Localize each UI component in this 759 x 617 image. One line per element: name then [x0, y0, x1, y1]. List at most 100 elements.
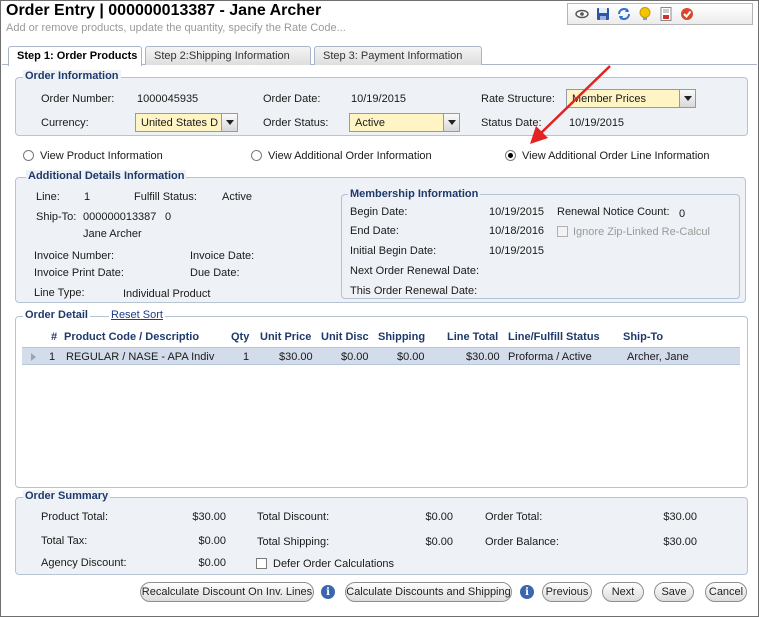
line-type-label: Line Type:: [34, 287, 85, 299]
chevron-down-icon[interactable]: [679, 90, 695, 107]
info-icon[interactable]: i: [520, 585, 534, 599]
save-icon[interactable]: [595, 6, 611, 22]
next-button[interactable]: Next: [602, 582, 644, 602]
this-renewal-date-label: This Order Renewal Date:: [350, 285, 478, 297]
membership-information-legend: Membership Information: [348, 188, 481, 200]
radio-view-additional-order[interactable]: [251, 150, 262, 161]
next-renewal-date-label: Next Order Renewal Date:: [350, 265, 479, 277]
refresh-icon[interactable]: [616, 6, 632, 22]
page-title: Order Entry | 000000013387 - Jane Archer: [6, 2, 322, 19]
ok-icon[interactable]: [679, 6, 695, 22]
tab-order-products[interactable]: Step 1: Order Products: [8, 46, 142, 66]
cell-number: 1: [49, 351, 56, 363]
begin-date-label: Begin Date:: [350, 206, 408, 218]
initial-begin-date-value: 10/19/2015: [489, 245, 545, 257]
renewal-notice-count-value: 0: [679, 208, 686, 220]
calculate-discounts-button[interactable]: Calculate Discounts and Shipping: [345, 582, 512, 602]
line-type-value: Individual Product: [123, 288, 211, 300]
chevron-down-icon[interactable]: [443, 114, 459, 131]
order-status-select[interactable]: Active: [349, 113, 460, 132]
recalculate-discount-button[interactable]: Recalculate Discount On Inv. Lines: [140, 582, 314, 602]
order-status-label: Order Status:: [263, 117, 329, 129]
order-status-value: Active: [355, 117, 385, 129]
agency-discount-label: Agency Discount:: [41, 557, 127, 569]
due-date-label: Due Date:: [190, 267, 240, 279]
cell-shipping: $0.00: [397, 351, 425, 363]
order-detail-header: # Product Code / Descriptio Qty Unit Pri…: [22, 329, 740, 345]
order-number-label: Order Number:: [41, 93, 115, 105]
ship-to-id: 000000013387: [83, 211, 157, 223]
end-date-label: End Date:: [350, 225, 399, 237]
column-header[interactable]: Shipping: [378, 331, 425, 343]
currency-value: United States D: [141, 117, 219, 129]
order-total-value: $30.00: [663, 511, 697, 523]
product-total-label: Product Total:: [41, 511, 109, 523]
chevron-down-icon[interactable]: [221, 114, 237, 131]
column-header[interactable]: Unit Price: [260, 331, 311, 343]
cell-qty: 1: [243, 351, 250, 363]
table-row[interactable]: 1 REGULAR / NASE - APA Indiv 1 $30.00 $0…: [22, 347, 740, 365]
additional-details-legend: Additional Details Information: [26, 170, 187, 182]
initial-begin-date-label: Initial Begin Date:: [350, 245, 437, 257]
cell-product-code: REGULAR / NASE - APA Indiv: [66, 351, 215, 363]
save-button[interactable]: Save: [654, 582, 694, 602]
radio-view-product[interactable]: [23, 150, 34, 161]
lightbulb-icon[interactable]: [637, 6, 653, 22]
column-header[interactable]: Ship-To: [623, 331, 663, 343]
column-header[interactable]: Line/Fulfill Status: [508, 331, 600, 343]
column-header[interactable]: Product Code / Descriptio: [64, 331, 199, 343]
renewal-notice-count-label: Renewal Notice Count:: [557, 206, 670, 218]
total-shipping-value: $0.00: [425, 536, 453, 548]
radio-view-additional-line-label[interactable]: View Additional Order Line Information: [522, 150, 710, 162]
total-discount-label: Total Discount:: [257, 511, 330, 523]
defer-calculations-label[interactable]: Defer Order Calculations: [273, 558, 394, 570]
ignore-zip-checkbox[interactable]: [557, 226, 568, 237]
ship-to-number: 0: [165, 211, 172, 223]
column-header[interactable]: Unit Disc: [321, 331, 369, 343]
invoice-number-label: Invoice Number:: [34, 250, 115, 262]
column-header[interactable]: Qty: [231, 331, 249, 343]
info-icon[interactable]: i: [321, 585, 335, 599]
fulfill-status-label: Fulfill Status:: [134, 191, 197, 203]
order-information-legend: Order Information: [23, 70, 121, 82]
line-label: Line:: [36, 191, 60, 203]
page-subtitle: Add or remove products, update the quant…: [6, 22, 346, 34]
view-icon[interactable]: [574, 6, 590, 22]
fulfill-status-value: Active: [222, 191, 252, 203]
total-shipping-label: Total Shipping:: [257, 536, 330, 548]
row-indicator-icon: [31, 353, 36, 361]
product-total-value: $30.00: [192, 511, 226, 523]
reset-sort-link[interactable]: Reset Sort: [109, 309, 165, 321]
tab-payment-information[interactable]: Step 3: Payment Information: [314, 46, 482, 65]
column-header[interactable]: Line Total: [447, 331, 498, 343]
order-detail-legend: Order Detail: [23, 309, 90, 321]
toolbar: [567, 3, 753, 25]
order-date-label: Order Date:: [263, 93, 321, 105]
cell-unit-disc: $0.00: [341, 351, 369, 363]
ship-to-label: Ship-To:: [36, 211, 77, 223]
currency-select[interactable]: United States D: [135, 113, 238, 132]
report-icon[interactable]: [658, 6, 674, 22]
cell-unit-price: $30.00: [279, 351, 313, 363]
order-total-label: Order Total:: [485, 511, 543, 523]
cell-line-status: Proforma / Active: [508, 351, 592, 363]
order-date-value: 10/19/2015: [351, 93, 407, 105]
order-balance-label: Order Balance:: [485, 536, 559, 548]
radio-view-product-label[interactable]: View Product Information: [40, 150, 163, 162]
total-tax-value: $0.00: [198, 535, 226, 547]
column-header[interactable]: #: [51, 331, 57, 343]
annotation-arrow: [530, 65, 611, 144]
tab-shipping-information[interactable]: Step 2:Shipping Information: [145, 46, 311, 65]
begin-date-value: 10/19/2015: [489, 206, 545, 218]
cell-line-total: $30.00: [466, 351, 500, 363]
cancel-button[interactable]: Cancel: [705, 582, 747, 602]
ship-to-name: Jane Archer: [83, 228, 142, 240]
radio-view-additional-line[interactable]: [505, 150, 516, 161]
defer-calculations-checkbox[interactable]: [256, 558, 267, 569]
order-number-value: 1000045935: [137, 93, 199, 105]
radio-view-additional-order-label[interactable]: View Additional Order Information: [268, 150, 432, 162]
currency-label: Currency:: [41, 117, 89, 129]
cell-ship-to: Archer, Jane: [627, 351, 689, 363]
previous-button[interactable]: Previous: [542, 582, 592, 602]
agency-discount-value: $0.00: [198, 557, 226, 569]
